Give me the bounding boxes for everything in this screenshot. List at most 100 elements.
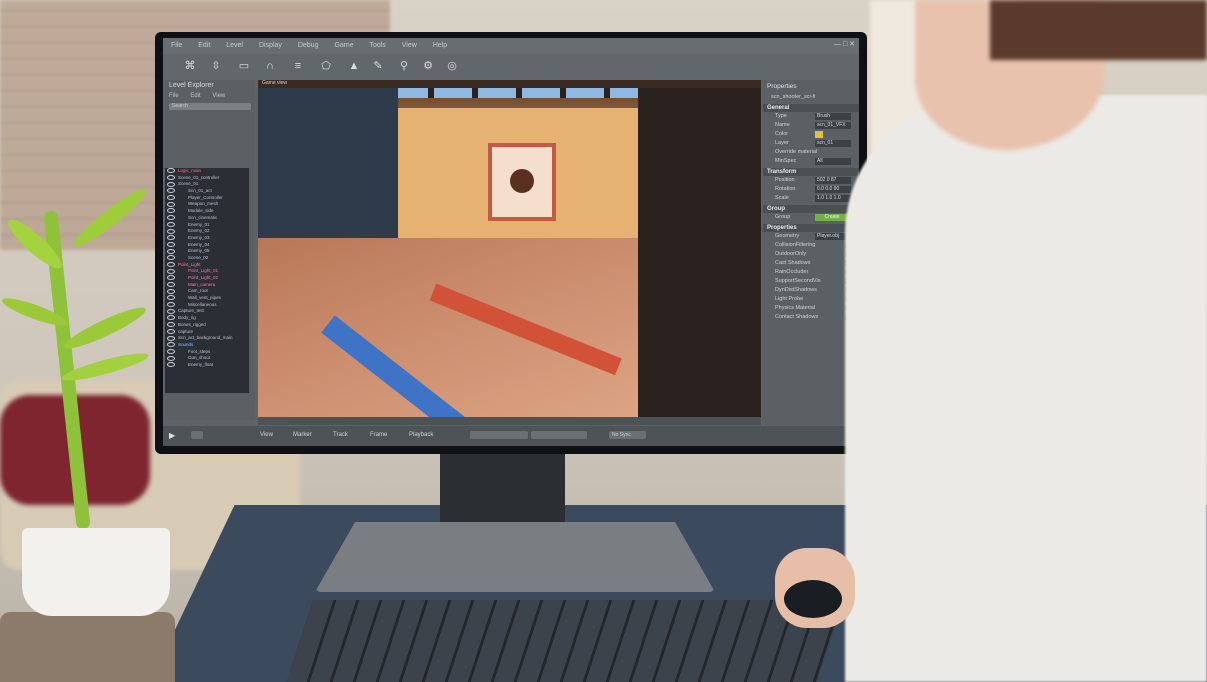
paint-icon[interactable]: ✎ (371, 59, 385, 73)
eye-icon[interactable] (167, 322, 175, 328)
general-field[interactable]: All (815, 158, 851, 165)
eye-icon[interactable] (167, 255, 175, 261)
eye-icon[interactable] (167, 328, 175, 334)
timeline-tab-track[interactable]: Track (333, 432, 348, 438)
timeline-tab-marker[interactable]: Marker (293, 432, 312, 438)
tab-view[interactable]: View (212, 93, 225, 99)
menu-debug[interactable]: Debug (298, 42, 319, 49)
move-icon[interactable]: ⇳ (209, 59, 223, 73)
menu-edit[interactable]: Edit (198, 42, 210, 49)
tree-item[interactable]: Weapon_mesh (165, 201, 249, 208)
tree-item[interactable]: Cam_root (165, 288, 249, 295)
group-section-header[interactable]: Group (763, 205, 859, 213)
gear-icon[interactable]: ⚙ (421, 59, 435, 73)
tree-item[interactable]: Enemy_float (165, 362, 249, 369)
tree-item[interactable]: Capture_test (165, 308, 249, 315)
eye-icon[interactable] (167, 268, 175, 274)
eye-icon[interactable] (167, 282, 175, 287)
eye-icon[interactable] (167, 295, 175, 301)
transform-field[interactable]: 502 0 87 (815, 177, 851, 184)
menu-game[interactable]: Game (334, 42, 353, 49)
eye-icon[interactable] (167, 221, 175, 227)
tree-item[interactable]: Enemy_05 (165, 248, 249, 255)
tree-item[interactable]: Gun_shoot (165, 355, 249, 362)
tab-edit[interactable]: Edit (190, 93, 200, 99)
tree-item[interactable]: Wall_vent_pipes (165, 295, 249, 302)
eye-icon[interactable] (167, 228, 175, 234)
tree-item[interactable]: Main_camera (165, 282, 249, 289)
transform-field[interactable]: 1.0 1.0 1.0 (815, 195, 851, 202)
eye-icon[interactable] (167, 288, 175, 294)
time-start-field[interactable] (470, 431, 528, 439)
tree-item[interactable]: Point_Light (165, 262, 249, 269)
tree-item[interactable]: Player_Controller (165, 195, 249, 202)
play-icon[interactable]: ▶ (169, 431, 175, 440)
tree-item[interactable]: Enemy_03 (165, 235, 249, 242)
align-icon[interactable]: ≡ (291, 59, 305, 73)
tree-item[interactable]: Point_Light_02 (165, 275, 249, 282)
eye-icon[interactable] (167, 342, 175, 348)
eye-icon[interactable] (167, 188, 175, 194)
pentagon-icon[interactable]: ⬠ (319, 59, 333, 73)
menu-tools[interactable]: Tools (369, 42, 385, 49)
sync-select[interactable]: No Sync (609, 431, 646, 439)
eye-icon[interactable] (167, 181, 175, 187)
eye-icon[interactable] (167, 261, 175, 267)
menu-file[interactable]: File (171, 42, 182, 49)
menu-level[interactable]: Level (226, 42, 243, 49)
eye-icon[interactable] (167, 248, 175, 254)
eye-icon[interactable] (167, 195, 175, 201)
box-icon[interactable]: ▭ (237, 59, 251, 73)
tree-item[interactable]: Sounds (165, 342, 249, 349)
tree-item[interactable]: Module_side (165, 208, 249, 215)
eye-icon[interactable] (167, 175, 175, 180)
eye-icon[interactable] (167, 335, 175, 341)
window-controls[interactable]: — □ ✕ (834, 40, 855, 48)
eye-icon[interactable] (167, 362, 175, 368)
tab-file[interactable]: File (169, 93, 179, 99)
create-group-button[interactable]: Create (815, 214, 849, 221)
eye-icon[interactable] (167, 302, 175, 308)
eye-icon[interactable] (167, 348, 175, 354)
menu-help[interactable]: Help (433, 42, 447, 49)
tree-item[interactable]: Enemy_04 (165, 242, 249, 249)
tree-item[interactable]: Body_rig (165, 315, 249, 322)
eye-icon[interactable] (167, 355, 175, 361)
tree-item[interactable]: Scn_act_background_main (165, 335, 249, 342)
eye-icon[interactable] (167, 168, 175, 174)
tree-item[interactable]: Miscellaneous (165, 302, 249, 309)
record-button[interactable] (191, 431, 203, 439)
eye-icon[interactable] (167, 215, 175, 221)
eye-icon[interactable] (167, 235, 175, 241)
magnet-icon[interactable]: ∩ (263, 59, 277, 73)
camera-icon[interactable]: ⚲ (397, 59, 411, 73)
eye-icon[interactable] (167, 201, 175, 207)
tree-item[interactable]: Scene_01 (165, 181, 249, 188)
transform-section-header[interactable]: Transform (763, 168, 859, 176)
tree-item[interactable]: capture (165, 329, 249, 336)
general-field[interactable]: scn_01 (815, 140, 851, 147)
general-field[interactable]: Brush (815, 113, 851, 120)
tree-item[interactable]: Enemy_01 (165, 222, 249, 229)
color-swatch[interactable] (815, 131, 823, 138)
tree-item[interactable]: Scene_02 (165, 255, 249, 262)
tree-item[interactable]: Scene_01_controller (165, 175, 249, 182)
tree-item[interactable]: Scn_01_act (165, 188, 249, 195)
select-icon[interactable]: ⌘ (183, 59, 197, 73)
eye-icon[interactable] (167, 308, 175, 314)
general-section-header[interactable]: General (763, 104, 859, 112)
tree-item[interactable]: Bones_rigged (165, 322, 249, 329)
time-end-field[interactable] (531, 431, 587, 439)
eye-icon[interactable] (167, 315, 175, 321)
eye-icon[interactable] (167, 275, 175, 281)
tree-item[interactable]: Point_Light_01 (165, 268, 249, 275)
eye-icon[interactable] (167, 241, 175, 247)
target-icon[interactable]: ◎ (445, 59, 459, 73)
game-viewport[interactable]: Game view (258, 80, 761, 425)
menu-view[interactable]: View (402, 42, 417, 49)
tree-item[interactable]: Logic_main (165, 168, 249, 175)
tree-item[interactable]: Foot_steps (165, 349, 249, 356)
timeline-tab-view[interactable]: View (260, 432, 273, 438)
timeline-tab-playback[interactable]: Playback (409, 432, 433, 438)
transform-field[interactable]: 0.0 0.0 90 (815, 186, 851, 193)
